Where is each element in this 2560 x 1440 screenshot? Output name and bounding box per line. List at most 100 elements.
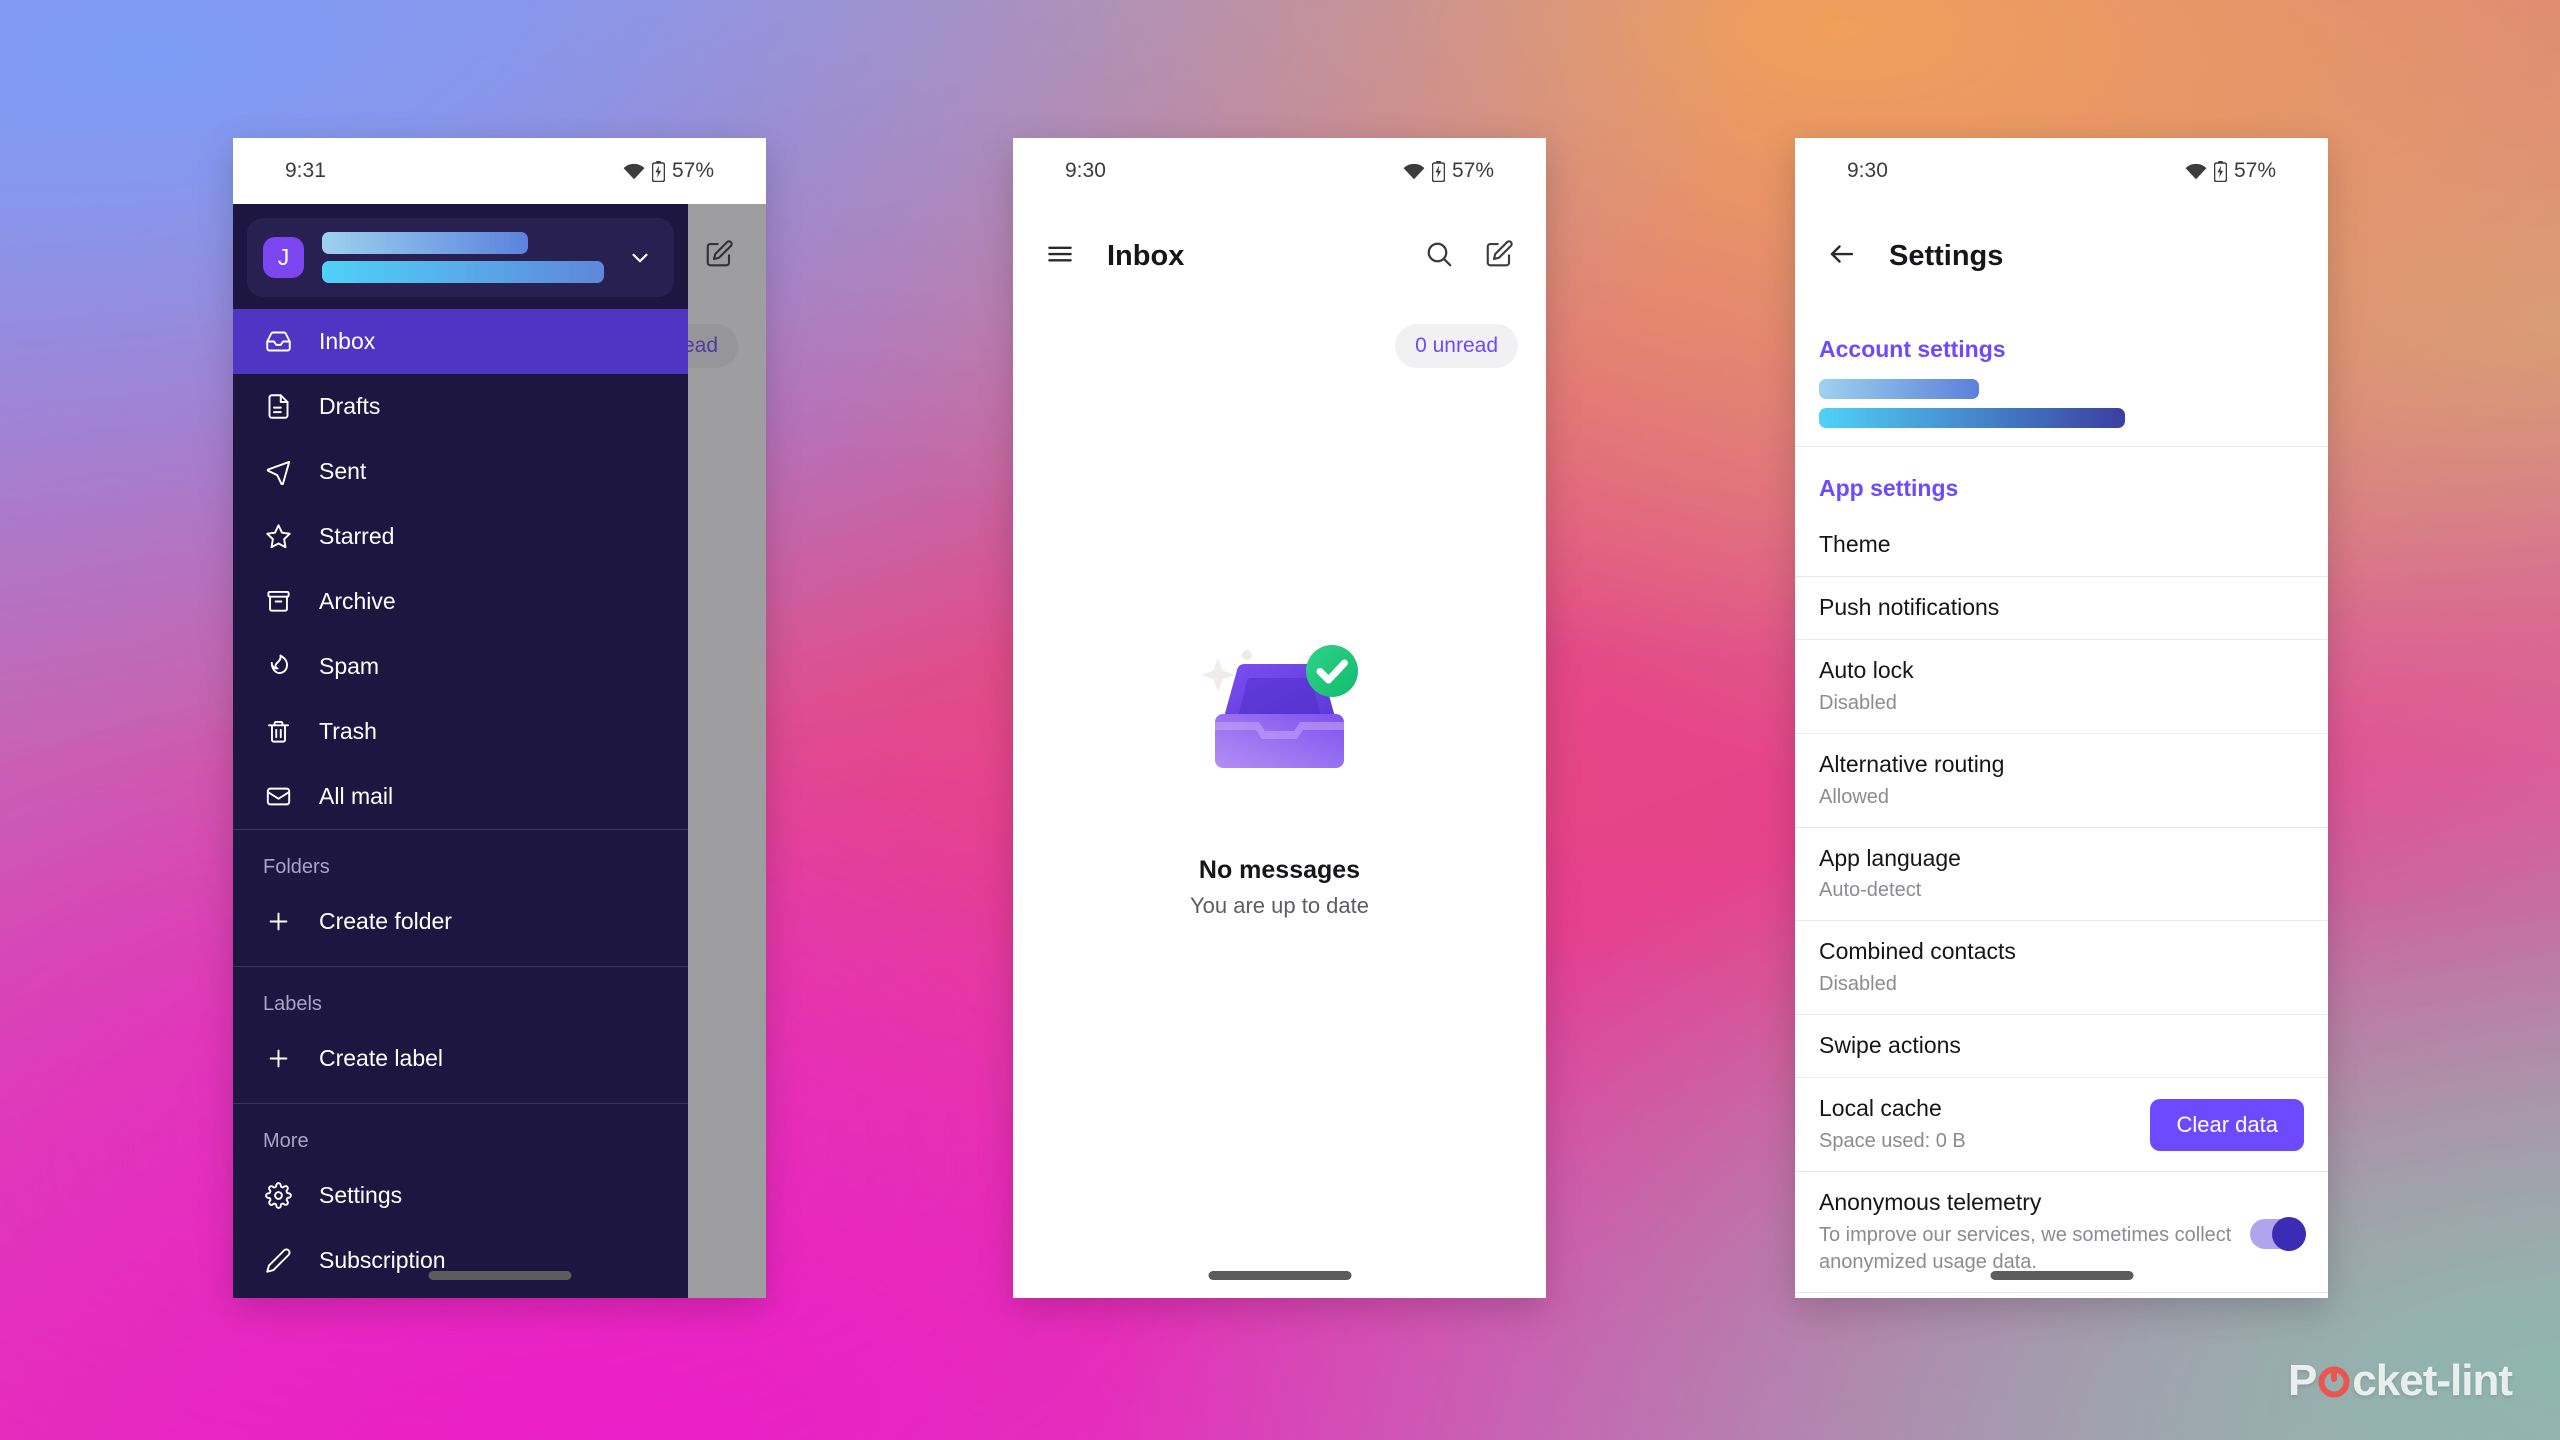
account-redacted-info: [1819, 379, 2304, 428]
sidebar-item-label: Settings: [319, 1182, 403, 1208]
sidebar-item-settings[interactable]: Settings: [233, 1163, 688, 1228]
sidebar-item-sent[interactable]: Sent: [233, 439, 688, 504]
settings-row-combined-contacts[interactable]: Combined contacts Disabled: [1795, 921, 2328, 1016]
settings-row-value: Disabled: [1819, 973, 1897, 996]
gesture-bar: [428, 1271, 571, 1280]
status-bar: 9:31 57%: [233, 138, 766, 204]
settings-row-label: Swipe actions: [1819, 1032, 1961, 1059]
archive-icon: [263, 588, 293, 615]
wifi-icon: [623, 163, 645, 180]
send-icon: [263, 458, 293, 485]
account-redacted-info: [322, 232, 604, 283]
battery-icon: [651, 160, 665, 182]
settings-row-label: Auto lock: [1819, 656, 1914, 683]
wifi-icon: [1403, 163, 1425, 180]
app-bar: Inbox: [1013, 204, 1546, 308]
status-time: 9:31: [285, 159, 326, 182]
empty-inbox-illustration: [1187, 634, 1372, 814]
sidebar-item-all-mail[interactable]: All mail: [233, 764, 688, 829]
settings-row-label: Theme: [1819, 531, 1891, 557]
settings-row-label: Local cache: [1819, 1095, 1942, 1122]
hamburger-menu-icon[interactable]: [1045, 239, 1075, 274]
sidebar-item-subscription[interactable]: Subscription: [233, 1228, 688, 1293]
star-icon: [263, 523, 293, 550]
phone-screenshot-drawer: 9:31 57% 0 unread J: [233, 138, 766, 1298]
settings-row-local-cache[interactable]: Local cache Space used: 0 B Clear data: [1795, 1078, 2328, 1173]
settings-row-theme[interactable]: Theme: [1795, 514, 2328, 577]
sidebar-item-label: Inbox: [319, 328, 376, 354]
gesture-bar: [1990, 1271, 2133, 1280]
trash-icon: [263, 718, 293, 745]
navigation-drawer: J Inbox Drafts Sent Starred Archive Spam…: [233, 204, 688, 1298]
pocket-lint-watermark: Pcket-lint: [2287, 1356, 2513, 1406]
drawer-section-labels: Labels Create label: [233, 967, 688, 1103]
status-indicators: 57%: [2185, 159, 2276, 183]
chevron-down-icon[interactable]: [622, 245, 658, 271]
phone-screenshot-settings: 9:30 57% Settings Account settings App s…: [1795, 138, 2328, 1298]
account-email-redacted: [1819, 408, 2125, 428]
settings-row-value: Auto-detect: [1819, 879, 1922, 902]
screen-inbox: Inbox 0 unread No messages You are up to…: [1013, 204, 1546, 1298]
settings-row-value: Allowed: [1819, 785, 1890, 808]
sidebar-item-starred[interactable]: Starred: [233, 504, 688, 569]
sidebar-item-label: Archive: [319, 588, 396, 614]
wifi-icon: [2185, 163, 2207, 180]
create-folder-button[interactable]: Create folder: [233, 889, 688, 954]
page-title: Inbox: [1107, 239, 1185, 272]
sidebar-item-drafts[interactable]: Drafts: [233, 374, 688, 439]
sidebar-item-label: Subscription: [319, 1247, 446, 1273]
gesture-bar: [1208, 1271, 1351, 1280]
empty-state-subtitle: You are up to date: [1189, 893, 1369, 918]
sidebar-item-label: Starred: [319, 523, 395, 549]
battery-icon: [2213, 160, 2227, 182]
sidebar-item-trash[interactable]: Trash: [233, 699, 688, 764]
create-folder-label: Create folder: [319, 908, 452, 934]
pencil-icon: [263, 1247, 293, 1274]
section-title-labels: Labels: [263, 993, 322, 1015]
status-indicators: 57%: [623, 159, 714, 183]
sidebar-item-label: All mail: [319, 783, 394, 809]
settings-list[interactable]: Account settings App settings Theme Push…: [1795, 308, 2328, 1298]
settings-group-title-account: Account settings: [1819, 336, 2006, 362]
status-time: 9:30: [1847, 159, 1888, 182]
battery-percent: 57%: [1451, 159, 1494, 182]
settings-row-anonymous-crash-reports[interactable]: Anonymous crash reports: [1795, 1293, 2328, 1298]
settings-row-value: Disabled: [1819, 691, 1897, 714]
settings-row-push-notifications[interactable]: Push notifications: [1795, 577, 2328, 640]
sidebar-item-label: Sent: [319, 458, 367, 484]
sidebar-item-label: Spam: [319, 653, 380, 679]
sidebar-item-inbox[interactable]: Inbox: [233, 309, 688, 374]
account-redacted-row[interactable]: [1795, 375, 2328, 447]
drawer-section-folders: Folders Create folder: [233, 830, 688, 966]
settings-row-app-language[interactable]: App language Auto-detect: [1795, 828, 2328, 922]
settings-row-alternative-routing[interactable]: Alternative routing Allowed: [1795, 734, 2328, 828]
battery-icon: [1431, 160, 1445, 182]
sidebar-item-label: Trash: [319, 718, 377, 744]
section-title-folders: Folders: [263, 856, 330, 878]
fire-icon: [263, 653, 293, 680]
watermark-prefix: P: [2287, 1356, 2317, 1405]
power-button-icon: [2317, 1364, 2351, 1398]
settings-row-swipe-actions[interactable]: Swipe actions: [1795, 1015, 2328, 1079]
inbox-icon: [263, 328, 293, 355]
status-bar: 9:30 57%: [1013, 138, 1546, 204]
status-time: 9:30: [1065, 159, 1106, 182]
settings-group-title-app: App settings: [1819, 475, 1959, 501]
back-arrow-icon[interactable]: [1827, 239, 1857, 274]
search-icon[interactable]: [1424, 239, 1454, 274]
watermark-suffix: cket-lint: [2352, 1356, 2513, 1405]
mail-icon: [263, 783, 293, 810]
sidebar-item-spam[interactable]: Spam: [233, 634, 688, 699]
telemetry-toggle[interactable]: [2250, 1217, 2306, 1252]
status-indicators: 57%: [1403, 159, 1494, 183]
sidebar-item-archive[interactable]: Archive: [233, 569, 688, 634]
settings-row-auto-lock[interactable]: Auto lock Disabled: [1795, 640, 2328, 734]
settings-row-label: Alternative routing: [1819, 750, 2005, 777]
app-bar: Settings: [1795, 204, 2328, 308]
status-bar: 9:30 57%: [1795, 138, 2328, 204]
clear-data-button[interactable]: Clear data: [2150, 1098, 2304, 1151]
compose-icon[interactable]: [1484, 239, 1514, 274]
account-switcher[interactable]: J: [247, 218, 674, 297]
battery-percent: 57%: [2233, 159, 2276, 182]
create-label-button[interactable]: Create label: [233, 1026, 688, 1091]
